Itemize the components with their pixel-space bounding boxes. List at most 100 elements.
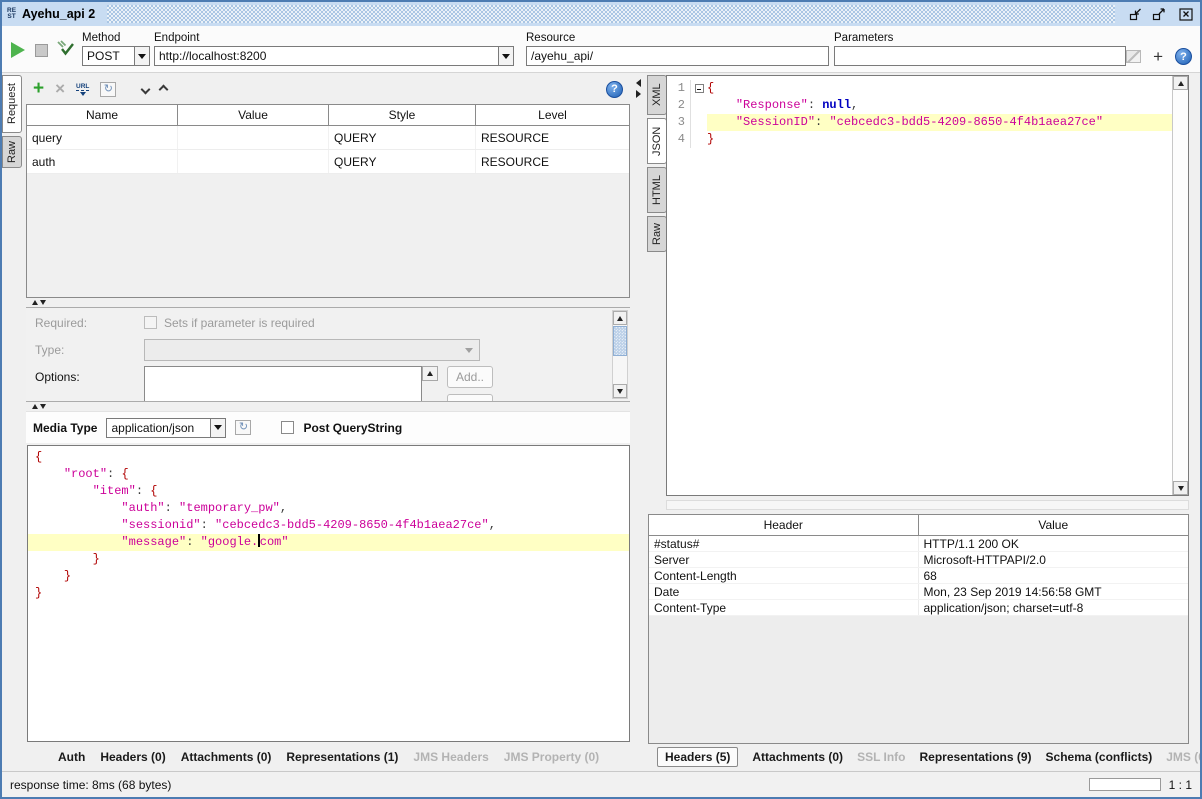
- bottom-tab-jms-headers: JMS Headers: [413, 750, 488, 764]
- method-label: Method: [82, 32, 150, 44]
- recreate-body-icon[interactable]: ↻: [235, 420, 251, 435]
- table-cell: Server: [649, 552, 919, 567]
- extract-params-from-url-icon[interactable]: URL: [76, 83, 89, 96]
- table-cell: 68: [919, 568, 1189, 583]
- param-row[interactable]: authQUERYRESOURCE: [27, 150, 629, 174]
- line-number: 1: [667, 80, 691, 97]
- type-dropdown: [144, 339, 480, 361]
- tab-request-request[interactable]: Request: [2, 75, 22, 133]
- splitter-handle[interactable]: [26, 298, 630, 307]
- collapse-right-icon[interactable]: [636, 90, 641, 98]
- column-header[interactable]: Name: [27, 105, 178, 125]
- header-row[interactable]: Content-Typeapplication/json; charset=ut…: [649, 600, 1188, 616]
- close-window-icon[interactable]: [1179, 8, 1193, 21]
- table-cell: RESOURCE: [476, 150, 629, 173]
- table-cell: auth: [27, 150, 178, 173]
- response-hscrollbar[interactable]: [666, 500, 1189, 510]
- header-row[interactable]: Content-Length68: [649, 568, 1188, 584]
- add-parameter-icon[interactable]: +: [1153, 50, 1163, 63]
- scroll-down-icon[interactable]: [613, 384, 627, 398]
- code-line: 1{: [667, 80, 1188, 97]
- chevron-down-icon[interactable]: [210, 419, 225, 437]
- code-line: "sessionid": "cebcedc3-bdd5-4209-8650-4f…: [28, 517, 629, 534]
- add-to-testcase-icon[interactable]: [56, 40, 75, 60]
- collapse-left-icon[interactable]: [636, 79, 641, 87]
- headers-table-header: HeaderValue: [649, 515, 1188, 536]
- bottom-tab-auth[interactable]: Auth: [58, 750, 85, 764]
- move-param-down-icon[interactable]: [141, 84, 151, 94]
- update-params-icon[interactable]: ↻: [100, 82, 116, 97]
- column-header[interactable]: Value: [178, 105, 329, 125]
- delete-param-icon[interactable]: ×: [55, 82, 65, 96]
- column-header[interactable]: Value: [919, 515, 1189, 535]
- post-querystring-label: Post QueryString: [303, 421, 402, 435]
- code-line: 4}: [667, 131, 1188, 148]
- post-querystring-checkbox[interactable]: [281, 421, 294, 434]
- tab-response-xml[interactable]: XML: [647, 75, 667, 115]
- add-param-icon[interactable]: +: [33, 82, 44, 96]
- collapse-fold-icon[interactable]: [695, 84, 704, 93]
- endpoint-dropdown[interactable]: http://localhost:8200: [154, 46, 514, 66]
- media-type-dropdown[interactable]: application/json: [106, 418, 226, 438]
- move-param-up-icon[interactable]: [159, 84, 169, 94]
- scrollbar-thumb[interactable]: [613, 326, 627, 356]
- clipped-button[interactable]: [447, 394, 493, 402]
- fold-margin: [691, 114, 707, 131]
- params-toolbar: + × URL ↻ ?: [26, 77, 630, 101]
- details-scrollbar[interactable]: [612, 310, 628, 399]
- bottom-tab-headers-5-[interactable]: Headers (5): [657, 747, 738, 767]
- bottom-tab-representations-9-[interactable]: Representations (9): [920, 750, 1032, 764]
- parameters-input[interactable]: [834, 46, 1126, 66]
- bottom-tab-representations-1-[interactable]: Representations (1): [286, 750, 398, 764]
- chevron-down-icon[interactable]: [498, 47, 513, 65]
- code-line: 3 "SessionID": "cebcedc3-bdd5-4209-8650-…: [667, 114, 1188, 131]
- bottom-tab-jms-0-: JMS (0): [1166, 750, 1202, 764]
- scroll-up-icon[interactable]: [1173, 76, 1188, 90]
- bottom-tab-attachments-0-[interactable]: Attachments (0): [752, 750, 843, 764]
- method-dropdown[interactable]: POST: [82, 46, 150, 66]
- submit-request-button[interactable]: [11, 42, 25, 58]
- cancel-request-button[interactable]: [35, 44, 48, 57]
- help-icon[interactable]: ?: [1175, 48, 1192, 65]
- request-body-editor[interactable]: { "root": { "item": { "auth": "temporary…: [27, 445, 630, 742]
- title-bar[interactable]: REST Ayehu_api 2: [2, 2, 1200, 26]
- options-scroll-up-icon[interactable]: [422, 366, 438, 381]
- type-label: Type:: [35, 343, 64, 357]
- maximize-window-icon[interactable]: [1152, 8, 1166, 21]
- header-row[interactable]: ServerMicrosoft-HTTPAPI/2.0: [649, 552, 1188, 568]
- bottom-tab-attachments-0-[interactable]: Attachments (0): [181, 750, 272, 764]
- chevron-down-icon[interactable]: [134, 47, 149, 65]
- scroll-down-icon[interactable]: [1173, 481, 1188, 495]
- tab-request-raw[interactable]: Raw: [2, 136, 22, 168]
- scroll-up-icon[interactable]: [613, 311, 627, 325]
- param-details-panel: Required: Sets if parameter is required …: [26, 307, 630, 402]
- fold-margin: [691, 97, 707, 114]
- column-header[interactable]: Style: [329, 105, 476, 125]
- resource-input[interactable]: [526, 46, 829, 66]
- progress-bar: [1089, 778, 1161, 791]
- column-header[interactable]: Level: [476, 105, 629, 125]
- header-row[interactable]: #status#HTTP/1.1 200 OK: [649, 536, 1188, 552]
- bottom-tab-headers-0-[interactable]: Headers (0): [100, 750, 165, 764]
- response-body-editor[interactable]: 1{2 "Response": null,3 "SessionID": "ceb…: [666, 75, 1189, 496]
- splitter-handle[interactable]: [26, 402, 630, 411]
- bottom-tab-schema-conflicts-[interactable]: Schema (conflicts): [1046, 750, 1153, 764]
- column-header[interactable]: Header: [649, 515, 919, 535]
- table-cell: HTTP/1.1 200 OK: [919, 536, 1189, 551]
- tab-response-html[interactable]: HTML: [647, 167, 667, 213]
- request-panel: Request Raw + × URL ↻ ? NameValueStyleLev…: [2, 73, 633, 771]
- parameters-label: Parameters: [834, 32, 1126, 44]
- add-option-button[interactable]: Add..: [447, 366, 493, 388]
- restore-window-icon[interactable]: [1129, 8, 1143, 21]
- header-row[interactable]: DateMon, 23 Sep 2019 14:56:58 GMT: [649, 584, 1188, 600]
- table-cell: Date: [649, 584, 919, 599]
- required-checkbox[interactable]: [144, 316, 157, 329]
- help-icon[interactable]: ?: [606, 81, 623, 98]
- response-scrollbar[interactable]: [1172, 76, 1188, 495]
- panel-splitter[interactable]: [633, 73, 645, 771]
- tab-response-json[interactable]: JSON: [647, 118, 667, 164]
- options-listbox[interactable]: [144, 366, 422, 402]
- param-row[interactable]: queryQUERYRESOURCE: [27, 126, 629, 150]
- code-line: }: [28, 568, 629, 585]
- tab-response-raw[interactable]: Raw: [647, 216, 667, 252]
